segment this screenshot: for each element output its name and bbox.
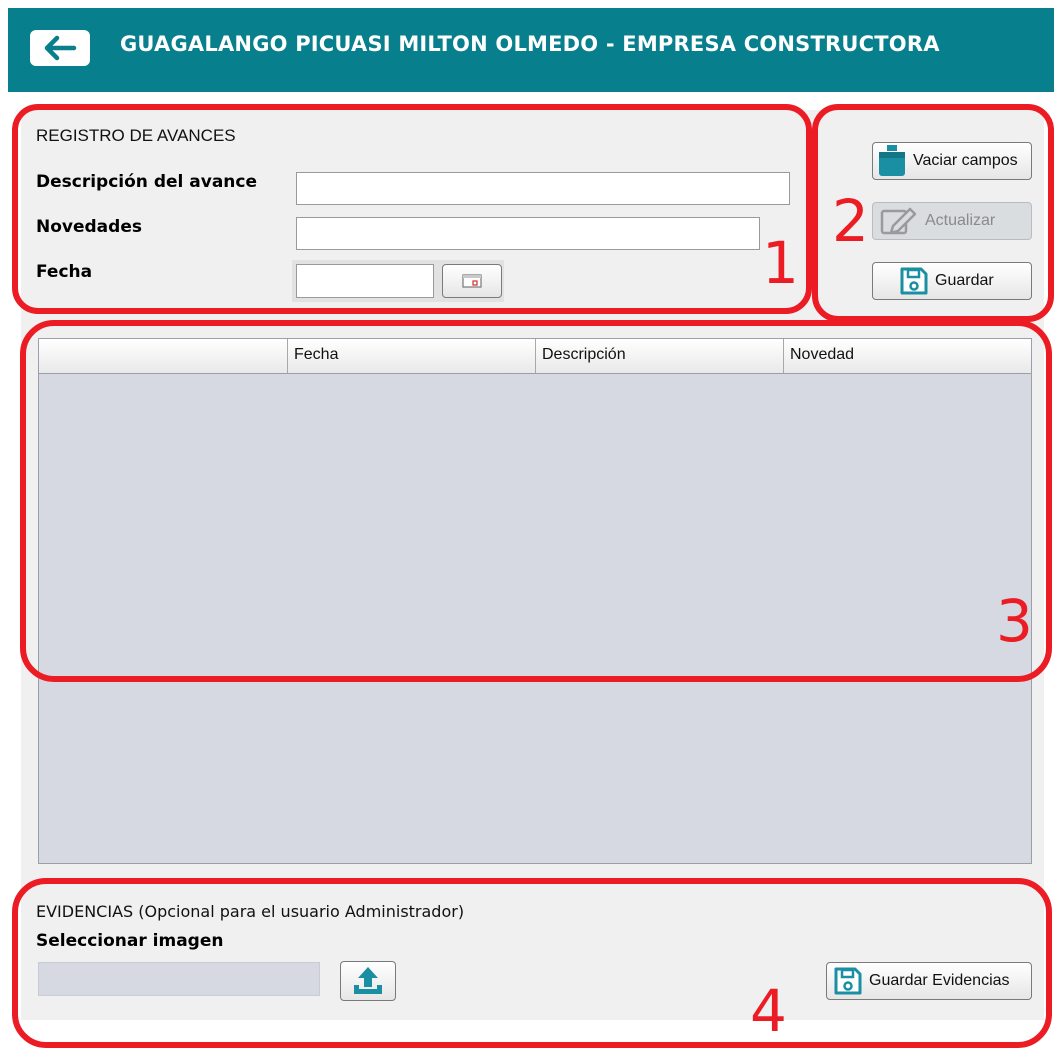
annotation-outline-3 [20,320,1052,682]
annotation-outline-4 [12,878,1052,1048]
title-bar: GUAGALANGO PICUASI MILTON OLMEDO - EMPRE… [8,8,1054,92]
annotation-number-1: 1 [762,229,799,297]
annotation-number-3: 3 [996,587,1033,655]
arrow-left-icon [44,35,77,61]
back-button[interactable] [30,30,90,66]
annotation-number-2: 2 [832,187,869,255]
annotation-outline-1 [12,104,812,314]
annotation-number-4: 4 [750,977,787,1045]
page-title: GUAGALANGO PICUASI MILTON OLMEDO - EMPRE… [120,32,940,56]
